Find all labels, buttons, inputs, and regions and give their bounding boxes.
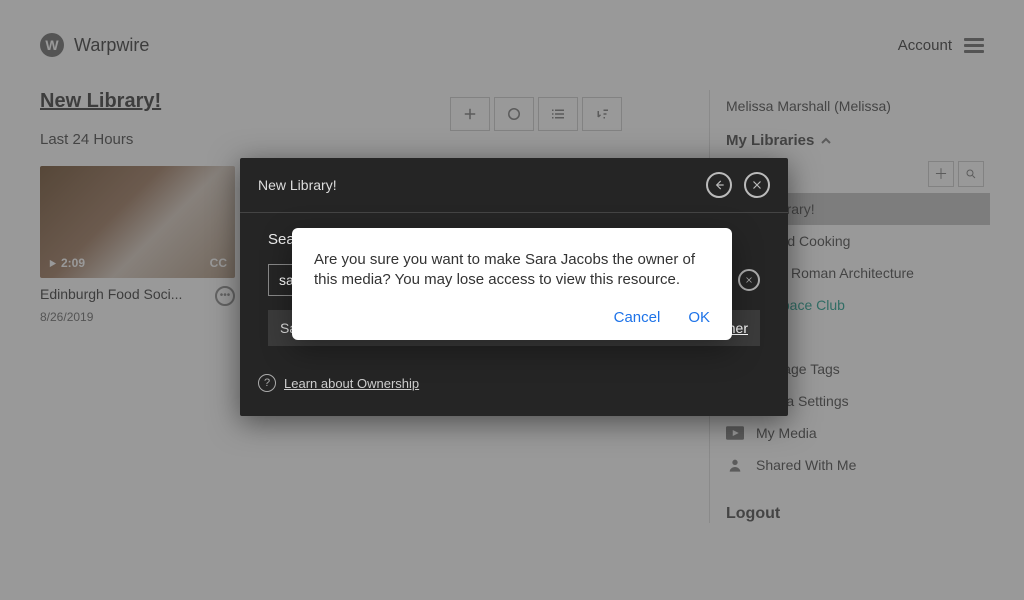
close-icon: [750, 178, 764, 192]
dialog-clear-button[interactable]: [738, 269, 760, 291]
cancel-button[interactable]: Cancel: [614, 309, 661, 326]
dialog-header: New Library!: [240, 158, 788, 213]
dialog-close-button[interactable]: [744, 172, 770, 198]
arrow-left-icon: [712, 178, 726, 192]
ok-button[interactable]: OK: [688, 309, 710, 326]
confirm-popover: Are you sure you want to make Sara Jacob…: [292, 228, 732, 340]
confirm-actions: Cancel OK: [314, 309, 710, 326]
learn-about-ownership-link[interactable]: Learn about Ownership: [284, 376, 419, 391]
dialog-title: New Library!: [258, 177, 337, 193]
dialog-footer: ? Learn about Ownership: [240, 346, 788, 392]
help-icon[interactable]: ?: [258, 374, 276, 392]
close-icon: [744, 275, 754, 285]
confirm-message: Are you sure you want to make Sara Jacob…: [314, 250, 710, 291]
dialog-back-button[interactable]: [706, 172, 732, 198]
